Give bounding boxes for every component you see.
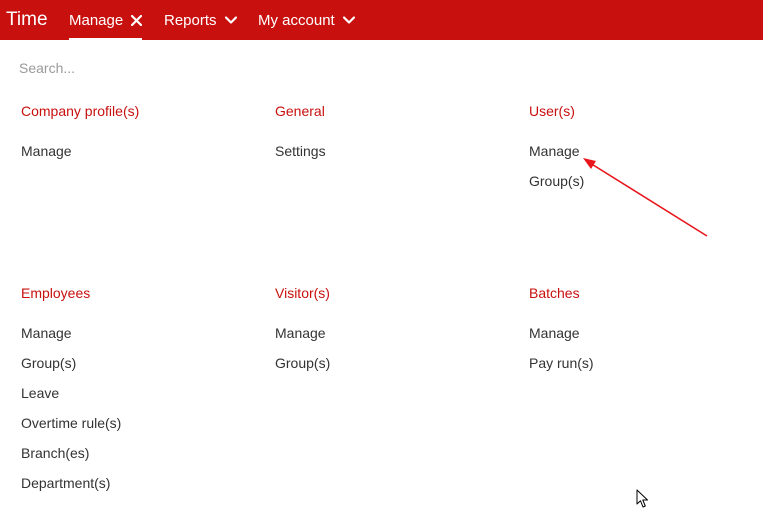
link-general-settings[interactable]: Settings bbox=[275, 142, 326, 160]
link-users-manage[interactable]: Manage bbox=[529, 142, 580, 160]
section-heading-visitors: Visitor(s) bbox=[275, 285, 330, 301]
link-company-profiles-manage[interactable]: Manage bbox=[21, 142, 72, 160]
nav-reports-label: Reports bbox=[164, 11, 217, 29]
nav-reports[interactable]: Reports bbox=[164, 0, 237, 40]
search-input[interactable] bbox=[19, 58, 319, 78]
section-heading-users: User(s) bbox=[529, 103, 575, 119]
section-heading-batches: Batches bbox=[529, 285, 580, 301]
top-navigation-bar: Time Manage Reports My account bbox=[0, 0, 763, 40]
link-visitors-manage[interactable]: Manage bbox=[275, 324, 326, 342]
nav-manage-label: Manage bbox=[69, 11, 124, 29]
section-heading-general: General bbox=[275, 103, 325, 119]
link-batches-manage[interactable]: Manage bbox=[529, 324, 580, 342]
nav-manage[interactable]: Manage bbox=[69, 0, 143, 40]
app-title: Time bbox=[6, 9, 48, 30]
nav-my-account-label: My account bbox=[258, 11, 335, 29]
link-employees-manage[interactable]: Manage bbox=[21, 324, 72, 342]
section-heading-company-profiles: Company profile(s) bbox=[21, 103, 140, 119]
nav-my-account[interactable]: My account bbox=[258, 0, 355, 40]
link-employees-leave[interactable]: Leave bbox=[21, 384, 59, 402]
mouse-cursor-icon bbox=[636, 489, 648, 508]
link-users-groups[interactable]: Group(s) bbox=[529, 172, 584, 190]
link-employees-branches[interactable]: Branch(es) bbox=[21, 444, 89, 462]
link-visitors-groups[interactable]: Group(s) bbox=[275, 354, 330, 372]
link-batches-pay-runs[interactable]: Pay run(s) bbox=[529, 354, 594, 372]
link-employees-groups[interactable]: Group(s) bbox=[21, 354, 76, 372]
close-icon[interactable] bbox=[131, 14, 143, 26]
section-heading-employees: Employees bbox=[21, 285, 91, 301]
chevron-down-icon bbox=[224, 16, 237, 24]
link-employees-overtime-rules[interactable]: Overtime rule(s) bbox=[21, 414, 121, 432]
link-employees-departments[interactable]: Department(s) bbox=[21, 474, 110, 492]
chevron-down-icon bbox=[342, 16, 355, 24]
